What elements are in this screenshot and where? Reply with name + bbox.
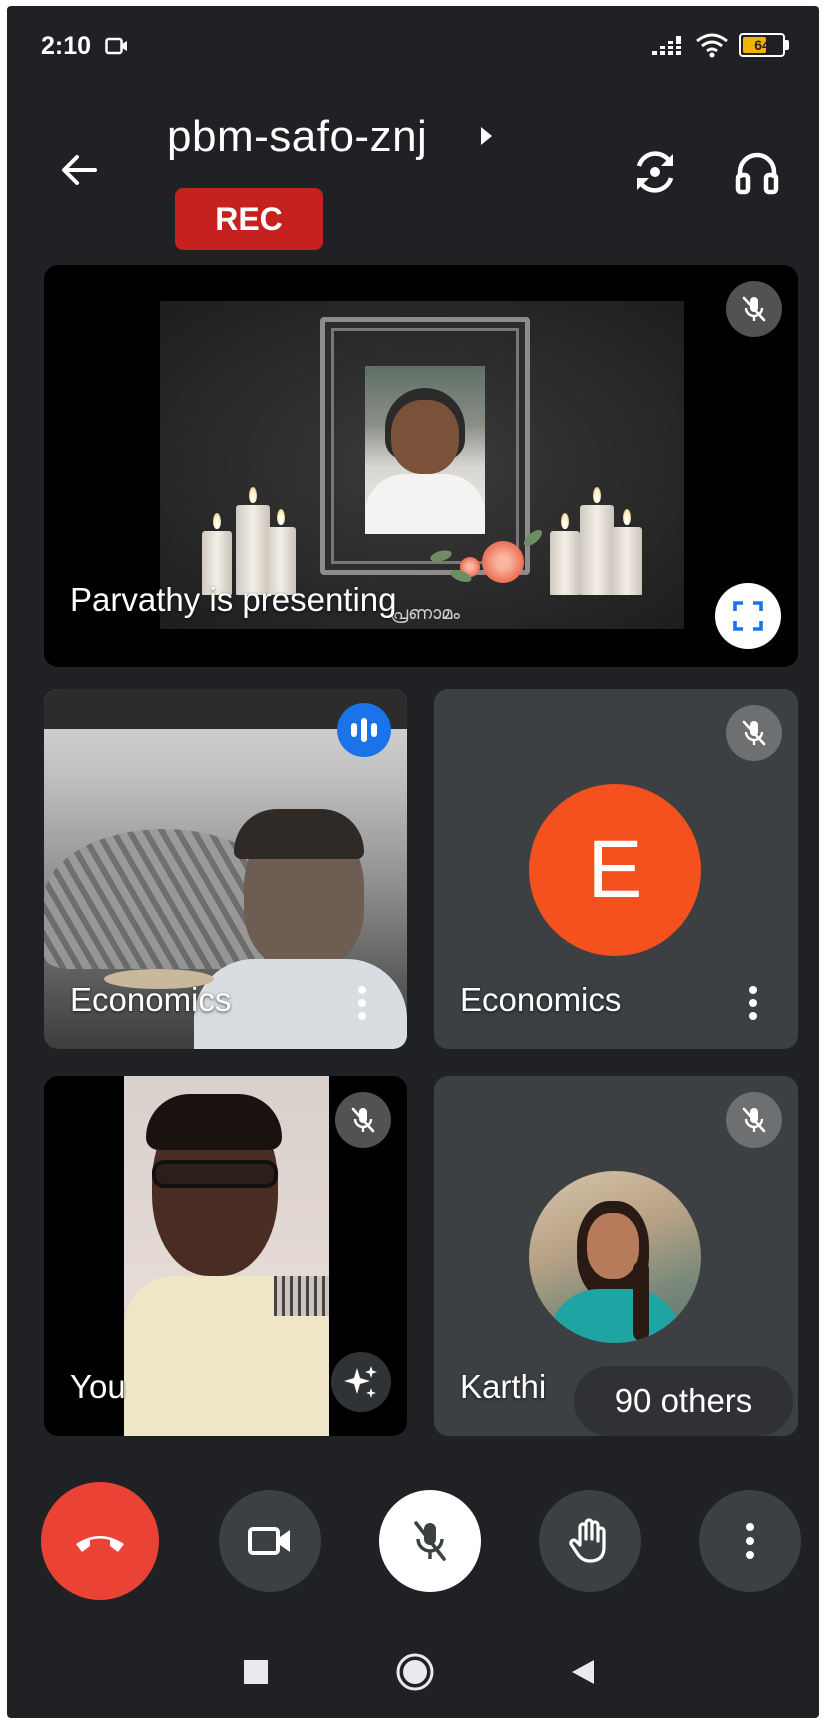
meeting-code[interactable]: pbm-safo-znj <box>167 112 427 162</box>
audio-output-button[interactable] <box>729 144 785 200</box>
recents-square-icon <box>244 1660 268 1684</box>
mic-off-icon <box>742 296 766 322</box>
more-vertical-icon <box>358 986 366 1020</box>
mic-toggle-button[interactable] <box>379 1490 481 1592</box>
switch-camera-icon <box>636 151 674 193</box>
more-vertical-icon <box>749 986 757 1020</box>
system-navigation-bar <box>7 1642 819 1718</box>
end-call-icon <box>76 1536 124 1552</box>
more-vertical-icon <box>746 1523 754 1559</box>
participant-name: Economics <box>70 981 232 1018</box>
participant-more-button[interactable] <box>347 975 377 1031</box>
participant-name: You <box>70 1368 126 1405</box>
mic-off-icon <box>351 1107 375 1133</box>
slide-text: പ്രണാമം <box>390 603 460 624</box>
mic-off-icon <box>742 720 766 746</box>
audio-levels-icon <box>337 703 391 757</box>
participant-more-button[interactable] <box>738 975 768 1031</box>
participant-name: Karthi <box>460 1368 547 1405</box>
participant-muted-badge <box>335 1092 391 1148</box>
self-video <box>124 1076 329 1436</box>
signal-icon <box>651 36 685 55</box>
home-circle-icon <box>396 1653 434 1691</box>
mic-off-icon <box>414 1521 446 1561</box>
back-button[interactable] <box>55 146 103 194</box>
participant-name: Economics <box>460 981 622 1018</box>
back-triangle-icon <box>572 1660 594 1684</box>
headphones-icon <box>735 152 779 195</box>
raise-hand-icon <box>569 1518 606 1563</box>
participant-tile-economics-avatar[interactable]: E Economics <box>434 689 798 1049</box>
avatar: E <box>529 784 701 956</box>
mic-off-icon <box>742 1107 766 1133</box>
participant-tile-you[interactable]: You <box>44 1076 407 1436</box>
chevron-right-icon[interactable] <box>477 124 497 148</box>
status-time: 2:10 <box>41 32 92 60</box>
more-options-button[interactable] <box>699 1490 801 1592</box>
back-nav-button[interactable] <box>553 1642 613 1702</box>
status-bar: 2:10 64 <box>7 6 819 86</box>
fullscreen-button[interactable] <box>715 583 781 649</box>
camera-icon <box>248 1527 290 1555</box>
back-arrow-icon <box>62 155 97 185</box>
battery-icon: 64 <box>739 33 785 57</box>
battery-level: 64 <box>754 37 770 53</box>
camera-outline-icon <box>105 37 127 55</box>
switch-camera-button[interactable] <box>627 144 683 200</box>
presentation-tile[interactable]: പ്രണാമം Parvathy is presenting <box>44 265 798 667</box>
effects-button[interactable] <box>331 1352 391 1412</box>
participant-muted-badge <box>726 705 782 761</box>
recording-badge: REC <box>175 188 323 250</box>
photo-frame <box>320 317 530 575</box>
sparkle-effects-icon <box>344 1366 377 1398</box>
presenter-muted-badge <box>726 281 782 337</box>
camera-toggle-button[interactable] <box>219 1490 321 1592</box>
meet-screen: 2:10 64 pbm-safo-znj REC പ്രണാമം Parvath… <box>7 6 819 1718</box>
presentation-slide: പ്രണാമം <box>160 301 684 629</box>
raise-hand-button[interactable] <box>539 1490 641 1592</box>
avatar <box>529 1171 701 1343</box>
fullscreen-icon <box>733 601 763 631</box>
recents-button[interactable] <box>226 1642 286 1702</box>
end-call-button[interactable] <box>41 1482 159 1600</box>
presenting-caption: Parvathy is presenting <box>70 581 397 618</box>
portrait-photo <box>365 366 485 534</box>
participant-muted-badge <box>726 1092 782 1148</box>
others-count-button[interactable]: 90 others <box>574 1366 793 1436</box>
wifi-icon <box>696 33 728 58</box>
home-button[interactable] <box>385 1642 445 1702</box>
participant-tile-economics-video[interactable]: Economics <box>44 689 407 1049</box>
